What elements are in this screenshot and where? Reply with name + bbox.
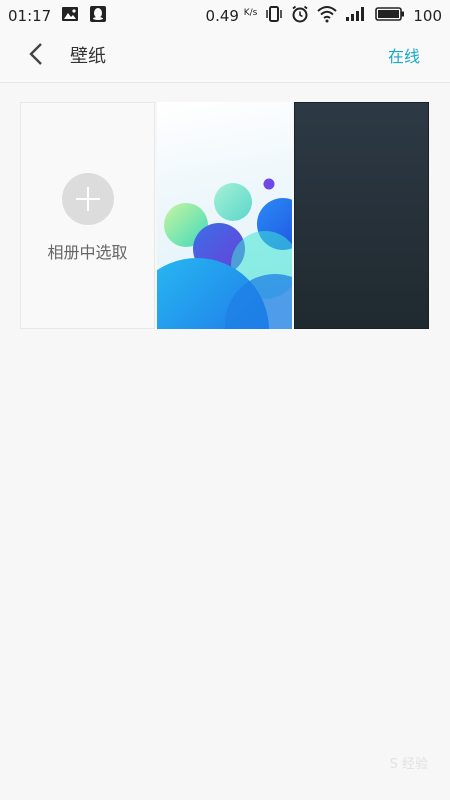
status-time: 01:17: [8, 7, 52, 25]
pick-from-album-label: 相册中选取: [47, 243, 128, 262]
status-left: 01:17: [8, 5, 107, 27]
pick-from-album-tile[interactable]: 相册中选取: [20, 102, 155, 329]
bubbles-wallpaper-art: [157, 178, 292, 329]
qq-notification-icon: [89, 5, 107, 27]
image-icon: [61, 6, 79, 26]
alarm-icon: [291, 5, 309, 27]
bubbles-wallpaper[interactable]: [157, 102, 292, 329]
back-button[interactable]: [22, 42, 50, 70]
chevron-left-icon: [28, 42, 44, 70]
signal-icon: [345, 6, 367, 26]
watermark: S 经验: [389, 757, 428, 772]
battery-icon: [375, 6, 405, 26]
battery-level: 100: [413, 7, 442, 25]
status-right: 0.49 K/s 100: [206, 5, 442, 27]
vibrate-icon: [265, 5, 283, 27]
page-title: 壁纸: [70, 46, 106, 67]
network-speed: 0.49 K/s: [206, 7, 258, 25]
online-wallpaper-link[interactable]: 在线: [388, 43, 420, 67]
wifi-icon: [317, 5, 338, 27]
network-speed-value: 0.49: [205, 7, 239, 25]
plus-icon: [61, 173, 114, 225]
status-bar: 01:17 0.49 K/s 100: [0, 0, 450, 30]
app-bar: 壁纸 在线: [0, 30, 450, 83]
dark-wallpaper[interactable]: [294, 102, 429, 329]
wallpaper-grid: 相册中选取: [20, 102, 429, 329]
network-speed-unit: K/s: [243, 8, 258, 18]
